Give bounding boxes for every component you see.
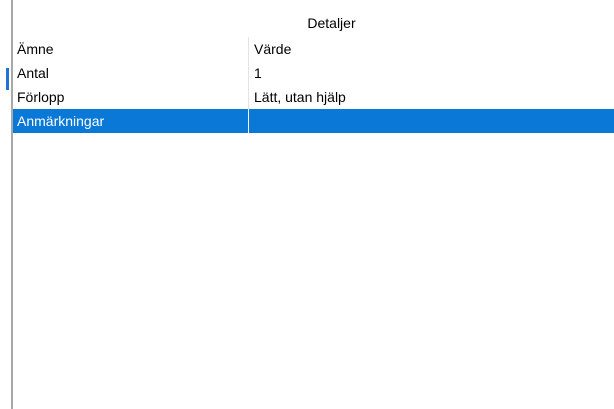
grid-row-antal[interactable]: Antal 1 (13, 61, 614, 85)
column-header-value[interactable]: Värde (249, 37, 614, 61)
grid-row-anmarkningar[interactable]: Anmärkningar (13, 109, 614, 133)
details-window: Detaljer Ämne Värde Antal 1 Förlopp Lätt… (0, 0, 614, 409)
details-grid[interactable]: Ämne Värde Antal 1 Förlopp Lätt, utan hj… (13, 37, 614, 133)
row-key: Antal (13, 61, 249, 85)
panel-title: Detaljer (307, 15, 356, 31)
focus-indicator (6, 68, 9, 90)
row-value[interactable]: 1 (249, 61, 614, 85)
row-value[interactable] (249, 109, 614, 133)
grid-header-row: Ämne Värde (13, 37, 614, 61)
row-key: Anmärkningar (13, 109, 249, 133)
grid-row-forlopp[interactable]: Förlopp Lätt, utan hjälp (13, 85, 614, 109)
column-header-subject[interactable]: Ämne (13, 37, 249, 61)
details-panel: Detaljer Ämne Värde Antal 1 Förlopp Lätt… (13, 10, 614, 409)
row-value[interactable]: Lätt, utan hjälp (249, 85, 614, 109)
row-key: Förlopp (13, 85, 249, 109)
